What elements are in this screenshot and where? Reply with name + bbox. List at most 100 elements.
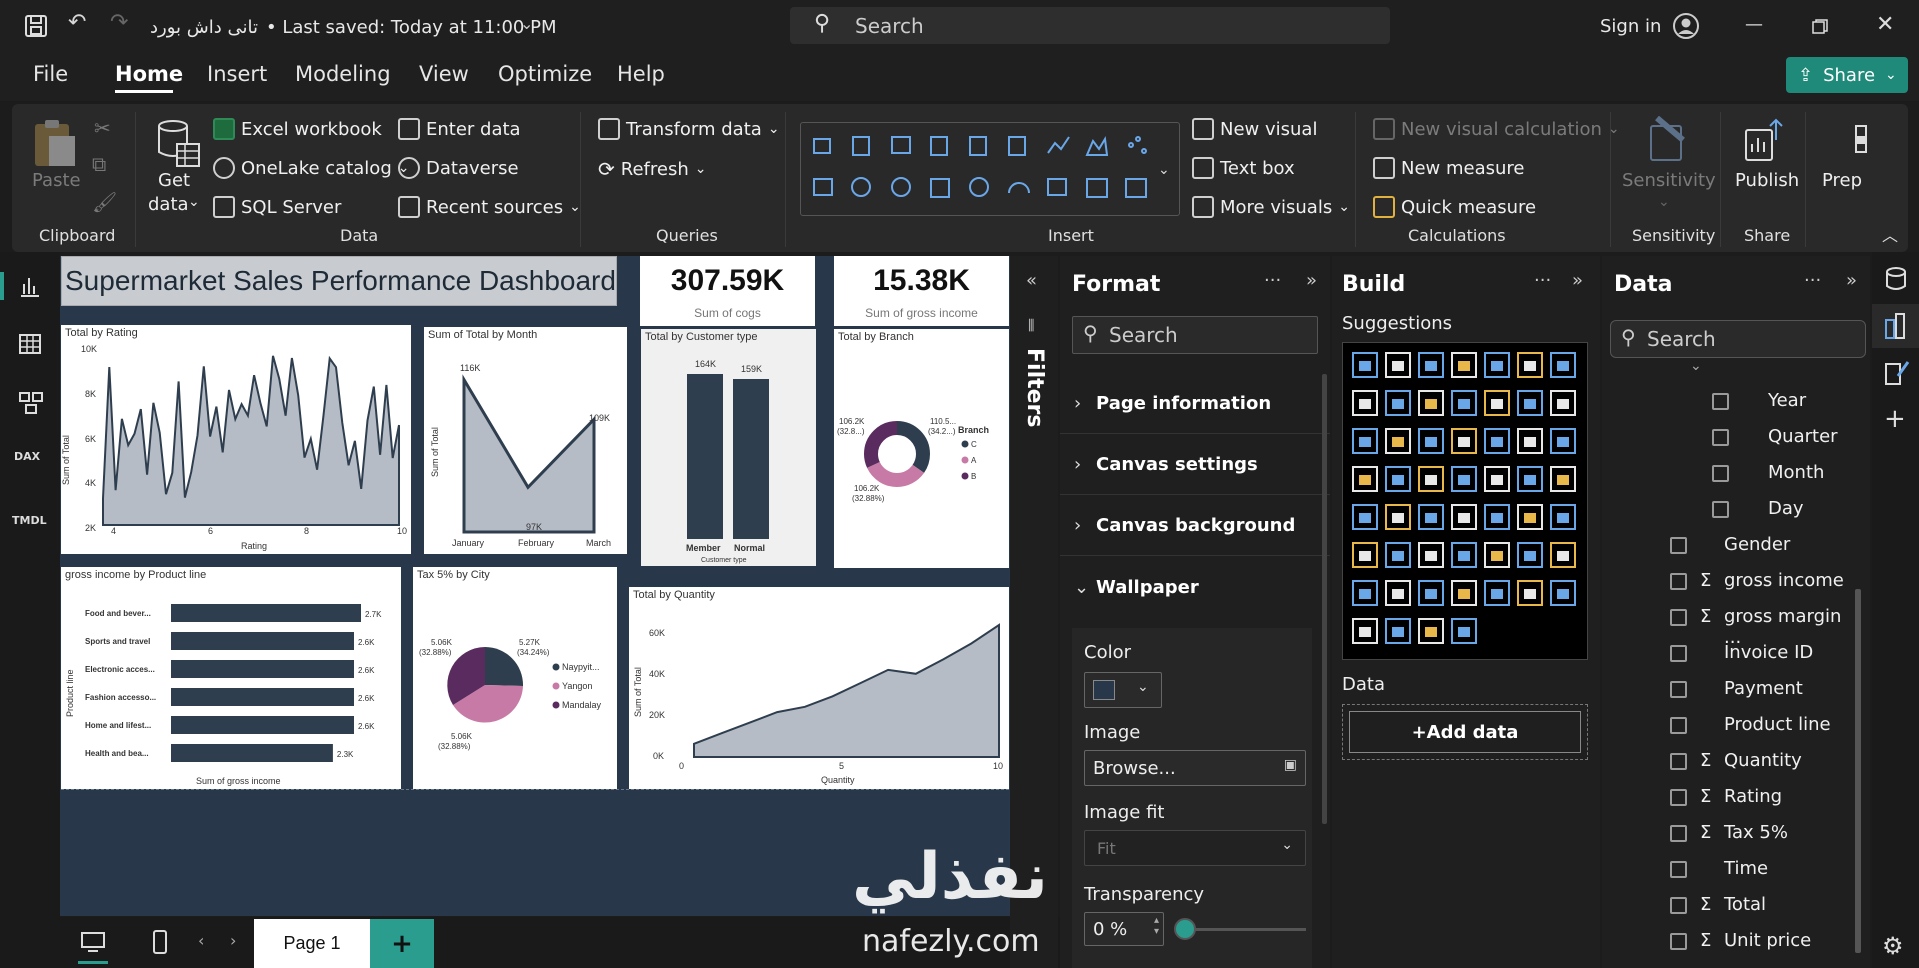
undo-icon[interactable]: ↶ [68,10,86,35]
chevron-down-icon[interactable]: ⌄ [520,14,533,33]
new-measure-button[interactable]: New measure [1373,157,1525,179]
avatar[interactable] [1672,12,1700,40]
field-checkbox[interactable] [1670,789,1687,806]
field-checkbox[interactable] [1670,717,1687,734]
data-pane-icon[interactable] [1884,266,1908,292]
prev-page-icon[interactable]: ‹ [198,931,204,950]
chart-total-by-month[interactable]: Sum of Total by Month Sum of Total 116K … [424,327,627,554]
transform-data-button[interactable]: Transform data ⌄ [598,118,780,140]
field-item[interactable]: Σgross margin ... [1602,600,1857,648]
chart-total-by-quantity[interactable]: Total by Quantity Sum of Total 60K 40K 2… [629,587,1009,789]
field-item[interactable]: Σ Unit price [1602,924,1857,960]
publish-icon[interactable] [1742,116,1788,164]
add-data-drop-zone[interactable]: +Add data [1342,704,1588,760]
image-fit-dropdown[interactable]: Fit ⌄ [1084,830,1306,866]
scrollbar[interactable] [1855,589,1861,953]
spinner-icon[interactable]: ▴ ▾ [1154,915,1159,937]
field-checkbox[interactable] [1670,933,1687,950]
build-pane-icon[interactable] [1884,312,1908,340]
field-checkbox[interactable] [1670,897,1687,914]
paste-icon[interactable] [32,118,78,170]
database-icon[interactable] [155,118,201,168]
dashboard-title-box[interactable]: Supermarket Sales Performance Dashboard [61,256,617,306]
more-options-icon[interactable]: ··· [1804,270,1821,291]
chart-total-by-rating[interactable]: Total by Rating Sum of Total 10K 8K 6K 4… [61,325,411,554]
field-checkbox[interactable] [1670,825,1687,842]
get-data-label-2[interactable]: data [148,194,189,215]
menu-optimize[interactable]: Optimize [498,62,592,86]
add-pane-icon[interactable]: + [1884,404,1906,434]
copy-icon[interactable]: ⧉ [92,152,106,176]
field-item[interactable]: Day [1602,492,1857,528]
recent-sources-button[interactable]: Recent sources ⌄ [398,196,581,218]
menu-modeling[interactable]: Modeling [295,62,391,86]
field-item[interactable]: Payment [1602,672,1857,708]
chart-total-by-customer-type[interactable]: Total by Customer type 164K 159K Member … [641,329,816,566]
field-item[interactable]: Quarter [1602,420,1857,456]
transparency-input[interactable]: 0 % ▴ ▾ [1084,912,1164,946]
section-canvas-background[interactable]: › Canvas background [1060,496,1330,556]
dax-query-view-icon[interactable]: DAX [14,450,40,463]
field-checkbox[interactable] [1712,465,1729,482]
menu-help[interactable]: Help [617,62,665,86]
text-box-button[interactable]: Text box [1192,157,1295,179]
onelake-catalog-button[interactable]: OneLake catalog ⌄ [213,157,409,179]
field-item[interactable]: Year [1602,384,1857,420]
data-search-input[interactable]: ⚲ Search [1610,320,1866,358]
field-checkbox[interactable] [1670,861,1687,878]
field-checkbox[interactable] [1670,645,1687,662]
field-checkbox[interactable] [1712,501,1729,518]
field-checkbox[interactable] [1670,681,1687,698]
chart-tax-by-city[interactable]: Tax 5% by City 5.06K (32.88%) 5.27K (34.… [413,567,617,789]
field-item[interactable]: Σ Rating [1602,780,1857,816]
sql-server-button[interactable]: SQL Server [213,196,341,218]
mobile-layout-icon[interactable] [152,929,168,955]
enter-data-button[interactable]: Enter data [398,118,521,140]
section-wallpaper[interactable]: ⌄ Wallpaper [1060,557,1330,617]
cut-icon[interactable]: ✂ [94,116,111,140]
format-search-input[interactable]: ⚲ Search [1072,316,1318,354]
collapse-ribbon-icon[interactable]: ︿ [1882,222,1898,246]
field-checkbox[interactable] [1712,429,1729,446]
field-checkbox[interactable] [1712,393,1729,410]
field-checkbox[interactable] [1670,609,1687,626]
section-page-information[interactable]: › Page information [1060,374,1330,434]
prep-label[interactable]: Prep [1822,170,1862,191]
tmdl-view-icon[interactable]: TMDL [12,514,47,527]
color-picker[interactable]: ⌄ [1084,672,1162,708]
chart-gross-income-by-product-line[interactable]: gross income by Product line Product lin… [61,567,401,789]
dataverse-button[interactable]: Dataverse [398,157,519,179]
field-item[interactable]: Σ Tax 5% [1602,816,1857,852]
more-options-icon[interactable]: ··· [1264,270,1281,291]
restore-icon[interactable] [1812,19,1828,35]
field-item[interactable]: Gender [1602,528,1857,564]
new-visual-button[interactable]: New visual [1192,118,1317,140]
close-icon[interactable]: ✕ [1876,12,1894,37]
expand-filters-icon[interactable]: « [1026,270,1037,291]
format-painter-icon[interactable]: 🖌 [92,190,117,214]
menu-file[interactable]: File [33,62,68,86]
sign-in-link[interactable]: Sign in [1600,16,1661,37]
new-visual-calculation-button[interactable]: New visual calculation ⌄ [1373,118,1620,140]
table-view-icon[interactable] [18,332,42,356]
format-pane-icon[interactable] [1884,358,1910,386]
settings-gear-icon[interactable]: ⚙ [1882,932,1904,960]
kpi-card-cogs[interactable]: 307.59K Sum of cogs [640,256,815,326]
collapse-pane-icon[interactable]: » [1846,270,1857,291]
field-item[interactable]: Month [1602,456,1857,492]
date-hierarchy-row[interactable]: ⌄ [1602,364,1870,378]
quick-measure-button[interactable]: Quick measure [1373,196,1536,218]
sensitivity-icon[interactable] [1645,116,1689,164]
chevron-down-icon[interactable]: ⌄ [1158,162,1170,178]
field-item[interactable]: Σ Quantity [1602,744,1857,780]
save-icon[interactable] [24,14,48,38]
prep-icon[interactable] [1854,124,1868,154]
next-page-icon[interactable]: › [230,931,236,950]
field-item[interactable]: Product line [1602,708,1857,744]
collapse-pane-icon[interactable]: » [1306,270,1317,291]
visual-suggestions-grid[interactable] [1342,342,1588,660]
field-checkbox[interactable] [1670,573,1687,590]
more-visuals-button[interactable]: More visuals ⌄ [1192,196,1350,218]
page-tab-1[interactable]: Page 1 [254,919,370,968]
menu-insert[interactable]: Insert [207,62,267,86]
